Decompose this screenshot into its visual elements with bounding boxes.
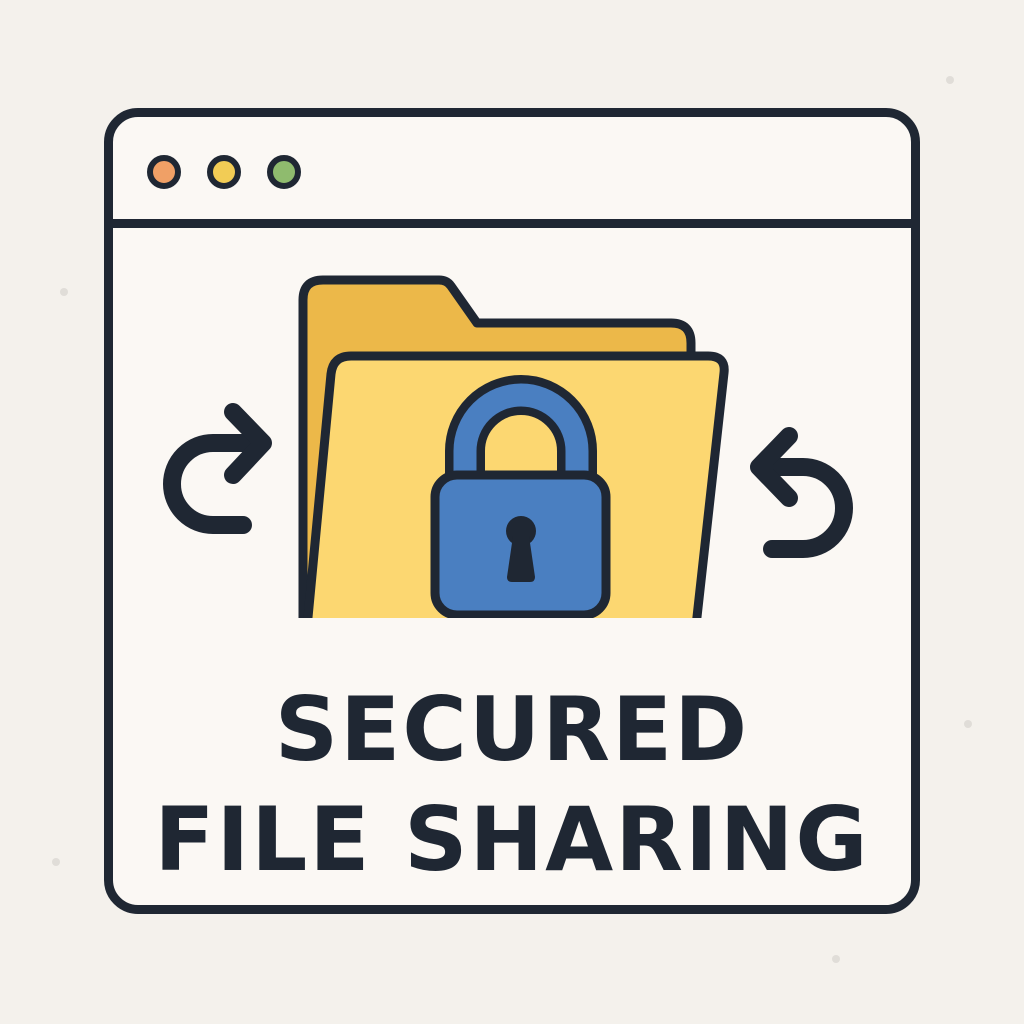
window-close-button[interactable] [147,155,181,189]
secure-folder-illustration [163,275,853,618]
decorative-dot [52,858,60,866]
decorative-dot [60,288,68,296]
decorative-dot [832,955,840,963]
decorative-dot [964,720,972,728]
window-maximize-button[interactable] [267,155,301,189]
window-minimize-button[interactable] [207,155,241,189]
arrow-share-right-icon [163,403,272,534]
window-content: SECURED FILE SHARING [113,228,911,905]
arrow-share-left-icon [750,427,853,558]
decorative-dot [946,76,954,84]
app-window: SECURED FILE SHARING [104,108,920,914]
window-titlebar [113,117,911,228]
headline-line-2: FILE SHARING [154,788,870,891]
headline-line-1: SECURED [274,678,750,781]
